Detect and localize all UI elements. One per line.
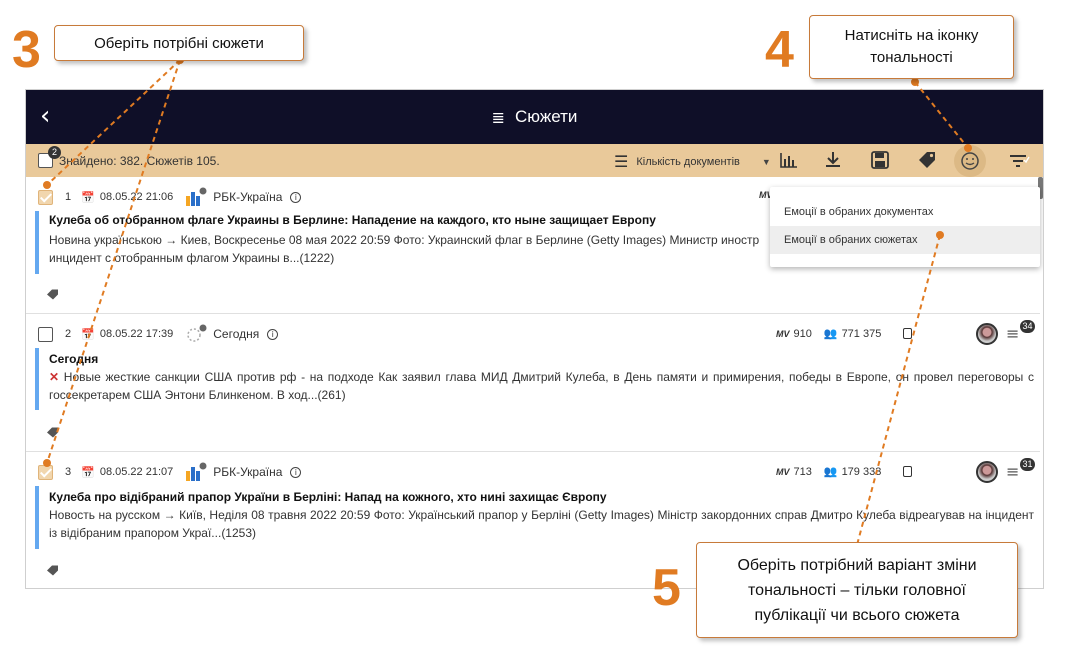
callout-line: Оберіть потрібний варіант зміни	[737, 556, 977, 574]
accent-bar	[35, 348, 39, 410]
source-logo-icon	[186, 462, 207, 481]
story-source-name: РБК-Україна	[213, 465, 283, 479]
card-meta: 1 📅 08.05.22 21:06 РБК-Україна i	[38, 187, 302, 207]
step-number-4: 4	[765, 21, 794, 79]
calendar-icon: 📅	[81, 328, 95, 341]
callout-step-3: Оберіть потрібні сюжети	[54, 25, 304, 61]
page-title-text: Сюжети	[515, 107, 578, 126]
story-index: 1	[65, 191, 72, 203]
story-date: 08.05.22 21:06	[99, 191, 174, 203]
callout-step-4: Натисніть на іконку тональності	[809, 15, 1014, 79]
story-headline[interactable]: Кулеба об отобранном флаге Украины в Бер…	[49, 213, 656, 227]
people-icon: 👥	[823, 328, 838, 340]
smile-icon[interactable]	[954, 145, 986, 177]
app-window: ‹ ≣ Сюжети 2 Знайдено: 382. Сюжетів 105.…	[25, 89, 1044, 589]
mv-value: 910	[793, 327, 812, 340]
calendar-icon: 📅	[81, 466, 95, 479]
option-emotions-stories[interactable]: Емоції в обраних сюжетах	[770, 226, 1040, 254]
list-icon[interactable]: ≡	[1006, 324, 1019, 343]
story-date: 08.05.22 21:07	[99, 466, 174, 478]
found-summary: Знайдено: 382. Сюжетів 105.	[59, 154, 220, 168]
calendar-icon: 📅	[81, 191, 95, 204]
document-search-icon[interactable]	[903, 328, 913, 339]
leader-dot	[911, 78, 919, 86]
story-index: 2	[65, 328, 72, 340]
story-card: 2 📅 08.05.22 17:39 Сегодня i MV 910 👥 77…	[26, 314, 1040, 452]
list-icon: ≣	[491, 107, 505, 127]
audience-value: 179 333	[841, 465, 882, 478]
title-bar: ‹ ≣ Сюжети	[26, 90, 1043, 144]
option-emotions-documents[interactable]: Емоції в обраних документах	[770, 198, 1040, 226]
story-headline[interactable]: Кулеба про відібраний прапор України в Б…	[49, 490, 607, 504]
chevron-left-icon[interactable]: ‹	[40, 102, 50, 130]
save-icon[interactable]	[869, 150, 891, 170]
filter-icon[interactable]	[1008, 150, 1030, 170]
callout-line: тональності – тільки головної	[748, 581, 966, 599]
card-meta: 2 📅 08.05.22 17:39 Сегодня i	[38, 324, 279, 344]
story-source[interactable]: Сегодня	[185, 324, 259, 344]
story-body-text: Новые жесткие санкции США против рф - на…	[49, 370, 1034, 402]
story-source-name: РБК-Україна	[213, 190, 283, 204]
chart-icon[interactable]	[778, 150, 800, 170]
card-meta: 3 📅 08.05.22 21:07 РБК-Україна i	[38, 462, 302, 482]
people-icon: 👥	[823, 466, 838, 478]
accent-bar	[35, 486, 39, 549]
story-index: 3	[65, 466, 72, 478]
story-body: Новость на русском → Київ, Неділя 08 тра…	[49, 508, 1034, 540]
source-logo-icon	[186, 187, 207, 206]
emotion-dropdown: Емоції в обраних документах Емоції в обр…	[770, 187, 1040, 267]
story-checkbox[interactable]	[38, 464, 53, 480]
document-search-icon[interactable]	[903, 466, 913, 477]
tag-icon[interactable]	[916, 150, 938, 170]
avatar[interactable]	[976, 323, 998, 345]
story-source-name: Сегодня	[213, 327, 260, 341]
story-source[interactable]: РБК-Україна	[185, 187, 282, 207]
sort-label: Кількість документів	[636, 155, 740, 168]
story-headline[interactable]: Сегодня	[49, 352, 98, 366]
story-date: 08.05.22 17:39	[99, 328, 174, 340]
toolbar: 2 Знайдено: 382. Сюжетів 105. ☰ Кількіст…	[26, 144, 1043, 177]
story-checkbox[interactable]	[38, 326, 53, 342]
callout-line: публікації чи всього сюжета	[754, 606, 960, 624]
audience-value: 771 375	[841, 327, 882, 340]
story-source[interactable]: РБК-Україна	[185, 462, 282, 482]
tag-icon[interactable]	[46, 565, 59, 576]
info-icon[interactable]: i	[267, 328, 279, 340]
callout-step-5: Оберіть потрібний варіант зміни тонально…	[696, 542, 1018, 638]
mv-value: 713	[793, 465, 812, 478]
story-checkbox[interactable]	[38, 189, 53, 205]
mv-label: MV	[776, 466, 790, 477]
story-body: ✕ Новые жесткие санкции США против рф - …	[49, 368, 1034, 404]
download-icon[interactable]	[822, 150, 844, 170]
step-number-3: 3	[12, 21, 41, 79]
accent-bar	[35, 211, 39, 274]
sort-icon: ☰	[614, 152, 629, 171]
card-stats: MV 910 👥 771 375	[776, 327, 913, 340]
info-icon[interactable]: i	[290, 466, 302, 478]
avatar[interactable]	[976, 461, 998, 483]
callout-line: Натисніть на іконку	[844, 27, 979, 44]
caret-down-icon: ▼	[761, 156, 771, 167]
list-icon[interactable]: ≡	[1006, 462, 1019, 481]
info-icon[interactable]: i	[290, 191, 302, 203]
tag-icon[interactable]	[46, 289, 59, 300]
list-count-badge: 31	[1020, 458, 1035, 471]
card-stats: MV 713 👥 179 333	[776, 465, 913, 478]
sort-select[interactable]: ☰ Кількість документів ▼	[614, 152, 771, 171]
cross-icon: ✕	[49, 370, 60, 384]
page-title: ≣ Сюжети	[492, 107, 578, 127]
callout-line: тональності	[870, 49, 953, 66]
list-count-badge: 34	[1020, 320, 1035, 333]
source-logo-icon	[187, 324, 207, 342]
step-number-5: 5	[652, 559, 681, 617]
tag-icon[interactable]	[46, 427, 59, 438]
mv-label: MV	[776, 328, 790, 339]
